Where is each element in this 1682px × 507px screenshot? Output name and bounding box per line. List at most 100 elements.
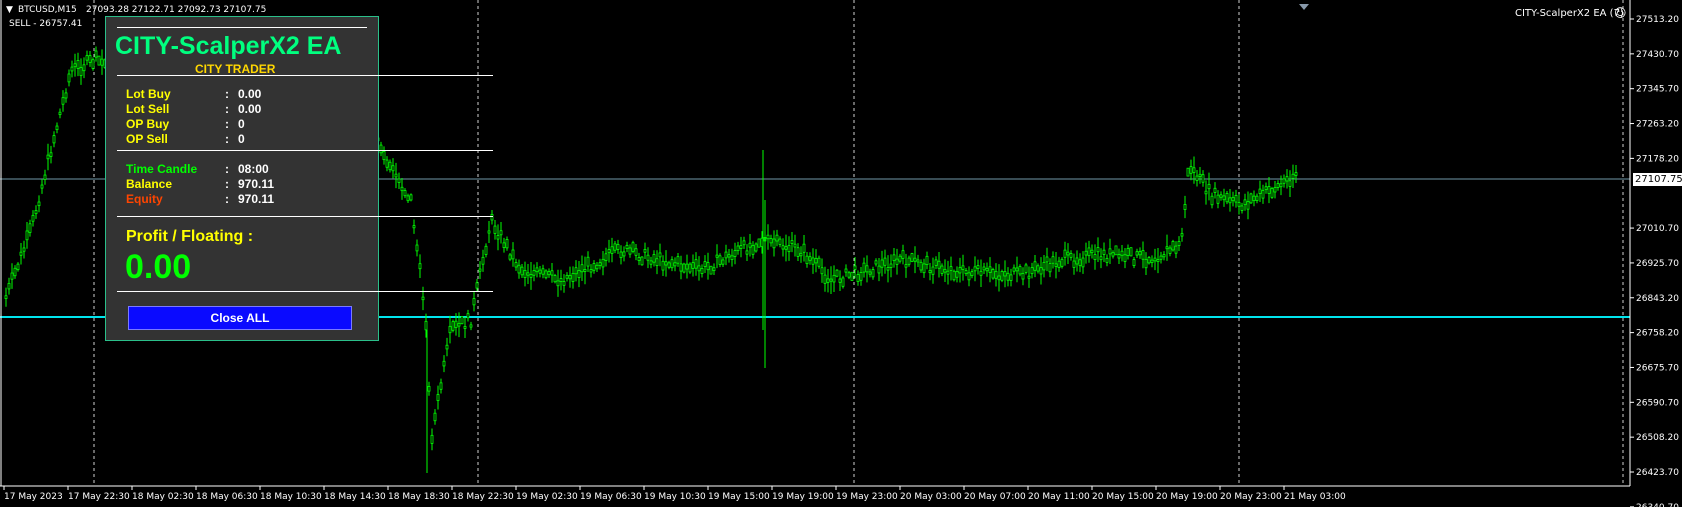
candle-body — [511, 249, 515, 260]
candle-body — [670, 259, 674, 269]
candle-body — [1039, 267, 1043, 275]
time-tick-label: 18 May 06:30 — [196, 492, 258, 502]
candle-body — [595, 264, 599, 270]
candle-body — [769, 238, 773, 244]
price-tick-label: 27345.70 — [1636, 85, 1679, 95]
candle-body — [1168, 247, 1172, 254]
candle-body — [973, 266, 977, 272]
candle-body — [385, 159, 389, 168]
candle-body — [1222, 195, 1226, 201]
candle-body — [742, 240, 746, 246]
candle-body — [535, 267, 539, 273]
candle-body — [550, 270, 554, 276]
candle-body — [898, 255, 902, 262]
time-tick-label: 18 May 18:30 — [388, 492, 450, 502]
candle-body — [19, 251, 23, 256]
candle-body — [1174, 245, 1178, 254]
candle-body — [484, 245, 488, 255]
candle-body — [586, 256, 590, 267]
candle-body — [643, 249, 647, 253]
time-tick-label: 19 May 15:00 — [708, 492, 770, 502]
candle-body — [619, 251, 623, 259]
candle-body — [1282, 178, 1286, 184]
candle-body — [817, 257, 821, 267]
candle-body — [877, 265, 881, 274]
candle-body — [1108, 248, 1112, 255]
smiley-icon[interactable]: ☺ — [1614, 6, 1627, 20]
candle-body — [1045, 256, 1049, 263]
candle-body — [658, 252, 662, 258]
candle-body — [1099, 256, 1103, 261]
time-tick-label: 19 May 06:30 — [580, 492, 642, 502]
candle-body — [562, 281, 566, 286]
candle-body — [946, 270, 950, 275]
candle-body — [424, 320, 428, 331]
candle-body — [880, 259, 884, 268]
balance-label: Balance — [126, 177, 173, 191]
symbol-dropdown-icon[interactable]: ▼ — [6, 5, 13, 15]
candle-body — [871, 269, 875, 278]
candle-body — [721, 259, 725, 265]
price-axis: 27513.20 27430.70 27345.70 27263.20 27178.20… — [1630, 15, 1679, 507]
equity-label: Equity — [126, 192, 163, 206]
candle-body — [1096, 247, 1100, 253]
candle-body — [1000, 271, 1004, 281]
candle-body — [1042, 261, 1046, 271]
candle-body — [958, 267, 962, 274]
candle-body — [715, 254, 719, 258]
candle-body — [406, 195, 410, 202]
candle-body — [694, 259, 698, 269]
price-tick-label: 27010.70 — [1636, 224, 1679, 234]
candle-body — [1252, 195, 1256, 202]
candle-body — [583, 269, 587, 272]
candle-body — [1147, 257, 1151, 264]
candle-body — [1162, 254, 1166, 258]
candle-body — [412, 225, 416, 229]
candle-body — [508, 254, 512, 260]
chart-shift-marker-icon[interactable] — [1299, 4, 1309, 10]
candle-body — [13, 267, 17, 277]
candle-body — [1177, 241, 1181, 247]
candle-body — [862, 262, 866, 273]
expert-advisor-label[interactable]: CITY-ScalperX2 EA (7) — [1515, 8, 1624, 19]
lot-sell-label: Lot Sell — [126, 102, 170, 116]
candle-body — [832, 274, 836, 283]
candle-body — [502, 242, 506, 248]
candle-body — [1207, 183, 1211, 190]
candle-body — [841, 277, 845, 287]
candle-body — [922, 263, 926, 274]
candle-body — [883, 257, 887, 266]
candle-body — [1111, 252, 1115, 257]
close-all-button[interactable]: Close ALL — [128, 306, 352, 330]
candle-body — [1150, 259, 1154, 264]
candle-body — [868, 271, 872, 275]
candle-body — [1183, 204, 1187, 210]
candle-body — [391, 165, 395, 172]
candle-body — [1264, 186, 1268, 190]
candle-body — [433, 412, 437, 422]
candle-body — [580, 264, 584, 273]
candle-body — [931, 266, 935, 275]
candle-body — [685, 263, 689, 270]
candle-body — [1240, 205, 1244, 211]
candle-body — [1132, 259, 1136, 266]
candle-body — [1102, 249, 1106, 255]
candle-body — [856, 274, 860, 282]
candle-body — [388, 161, 392, 171]
price-tick-label: 26340.70 — [1636, 503, 1679, 507]
candle-body — [688, 263, 692, 273]
candle-body — [439, 382, 443, 390]
candle-body — [967, 272, 971, 281]
profit-floating-label: Profit / Floating : — [126, 228, 254, 245]
equity-colon: : — [225, 192, 229, 206]
candle-body — [1129, 247, 1133, 257]
candle-body — [1261, 190, 1265, 199]
candle-body — [463, 325, 467, 329]
candle-body — [79, 67, 83, 77]
balance-colon: : — [225, 177, 229, 191]
time-axis: 17 May 2023 17 May 22:30 18 May 02:30 18 Ma… — [3, 486, 1346, 502]
time-tick-label: 20 May 03:00 — [900, 492, 962, 502]
time-tick-label: 20 May 15:00 — [1092, 492, 1154, 502]
candle-body — [1087, 247, 1091, 257]
candle-body — [451, 321, 455, 331]
